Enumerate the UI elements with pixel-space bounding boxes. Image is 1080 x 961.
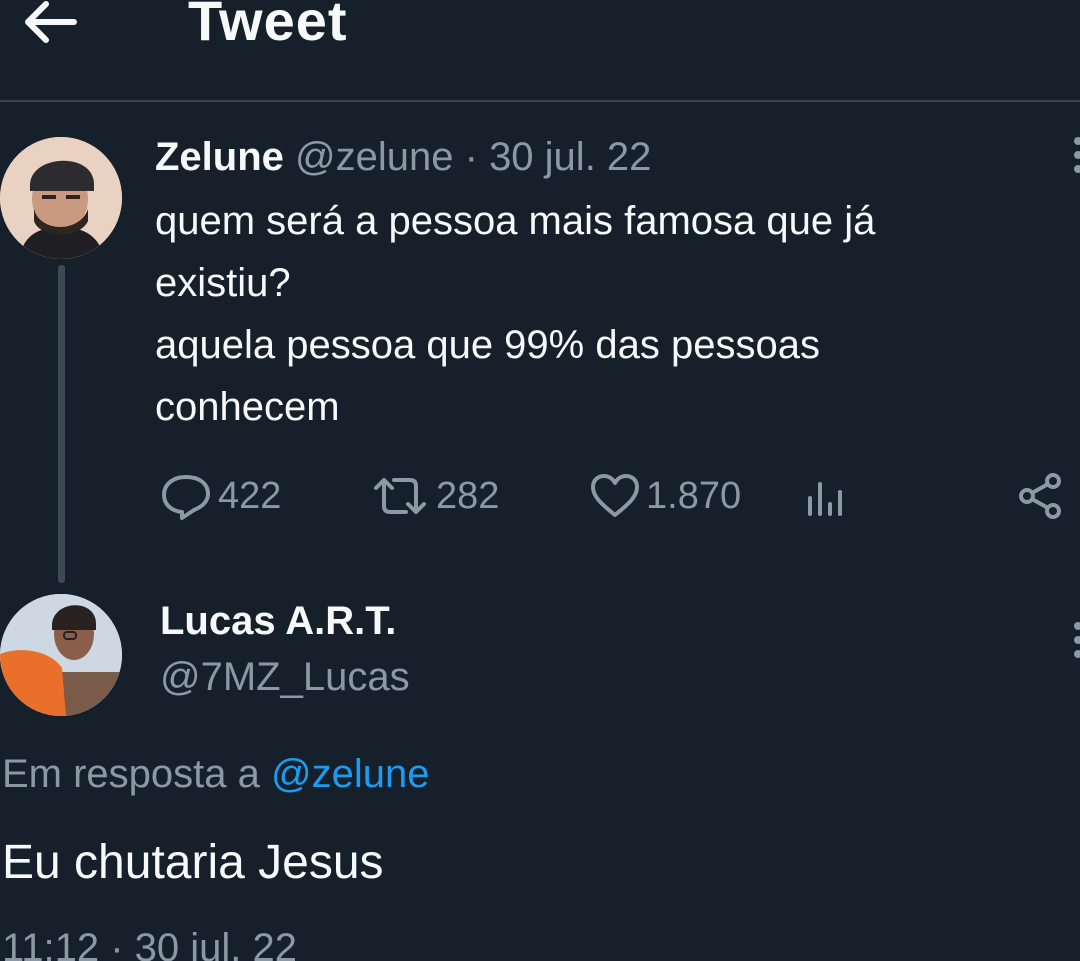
retweet-button[interactable]: 282 xyxy=(370,468,499,524)
reply-timestamp[interactable]: 11:12 · 30 jul. 22 xyxy=(2,922,297,961)
reply-author-name[interactable]: Lucas A.R.T. xyxy=(160,596,396,646)
arrow-left-icon xyxy=(25,1,77,43)
reply-count: 422 xyxy=(218,474,282,517)
reply-button[interactable]: 422 xyxy=(160,468,281,524)
back-button[interactable] xyxy=(18,0,82,54)
retweet-icon xyxy=(374,478,426,514)
tweet-date[interactable]: 30 jul. 22 xyxy=(489,135,651,179)
share-icon xyxy=(1019,473,1061,519)
reply-icon xyxy=(162,475,210,520)
avatar-image xyxy=(0,594,122,716)
like-icon xyxy=(591,474,639,517)
avatar-image xyxy=(0,137,122,259)
author-name[interactable]: Zelune xyxy=(155,135,284,179)
reply-prefix: Em resposta a xyxy=(2,752,272,796)
reply-mention-link[interactable]: @zelune xyxy=(271,752,429,796)
author-handle[interactable]: @zelune xyxy=(295,135,453,179)
share-button[interactable] xyxy=(1015,468,1065,524)
separator-dot: · xyxy=(453,135,490,179)
like-count: 1.870 xyxy=(646,474,742,517)
retweet-count: 282 xyxy=(436,474,500,517)
page-title: Tweet xyxy=(188,0,348,52)
avatar-lucas[interactable] xyxy=(0,594,122,716)
views-button[interactable] xyxy=(805,468,849,524)
avatar-zelune[interactable] xyxy=(0,137,122,259)
tweet-text: quem será a pessoa mais famosa que já ex… xyxy=(155,199,876,429)
more-options-icon[interactable] xyxy=(1070,620,1080,660)
top-bar: Tweet xyxy=(0,0,1080,102)
more-options-icon[interactable] xyxy=(1070,135,1080,175)
like-button[interactable]: 1.870 xyxy=(590,468,741,524)
reply-author-handle[interactable]: @7MZ_Lucas xyxy=(160,652,410,702)
views-icon xyxy=(808,482,842,516)
reply-context: Em resposta a @zelune xyxy=(2,748,430,800)
tweet-actions: 422 282 1.870 xyxy=(0,468,1080,524)
thread-connector xyxy=(58,265,65,583)
reply-text: Eu chutaria Jesus xyxy=(2,836,384,889)
tweet-page: Tweet Zelune @zelune · 30 jul. 22 quem s… xyxy=(0,0,1080,961)
tweet-header: Zelune @zelune · 30 jul. 22 xyxy=(155,133,651,181)
